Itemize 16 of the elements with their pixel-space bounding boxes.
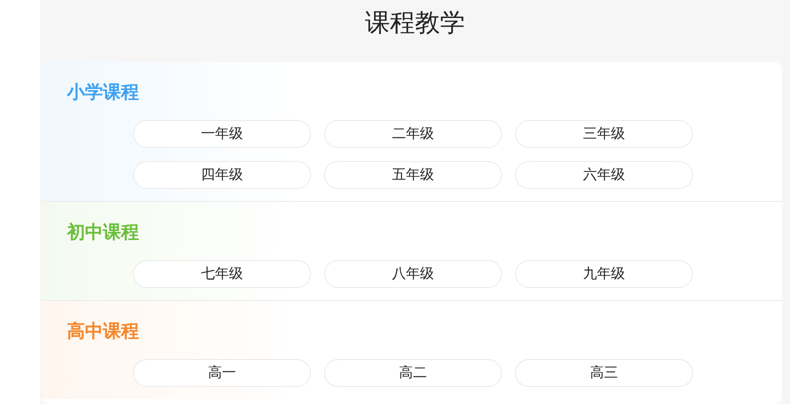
grade-button[interactable]: 七年级 (133, 260, 311, 288)
grade-button[interactable]: 三年级 (515, 120, 693, 148)
grade-button[interactable]: 高二 (324, 358, 502, 387)
page-title: 课程教学 (365, 7, 465, 40)
section-title: 初中课程 (67, 220, 140, 245)
grade-button[interactable]: 九年级 (515, 260, 693, 288)
grade-button[interactable]: 高一 (133, 358, 311, 387)
grade-button[interactable]: 二年级 (324, 120, 502, 148)
grade-button[interactable]: 六年级 (515, 160, 693, 189)
grade-button[interactable]: 四年级 (133, 160, 311, 189)
grade-button[interactable]: 一年级 (133, 120, 311, 148)
grade-button[interactable]: 八年级 (324, 260, 502, 288)
grade-button[interactable]: 高三 (515, 358, 693, 387)
grade-button[interactable]: 五年级 (324, 160, 502, 189)
section-title: 小学课程 (67, 80, 140, 105)
section-title: 高中课程 (67, 320, 140, 344)
